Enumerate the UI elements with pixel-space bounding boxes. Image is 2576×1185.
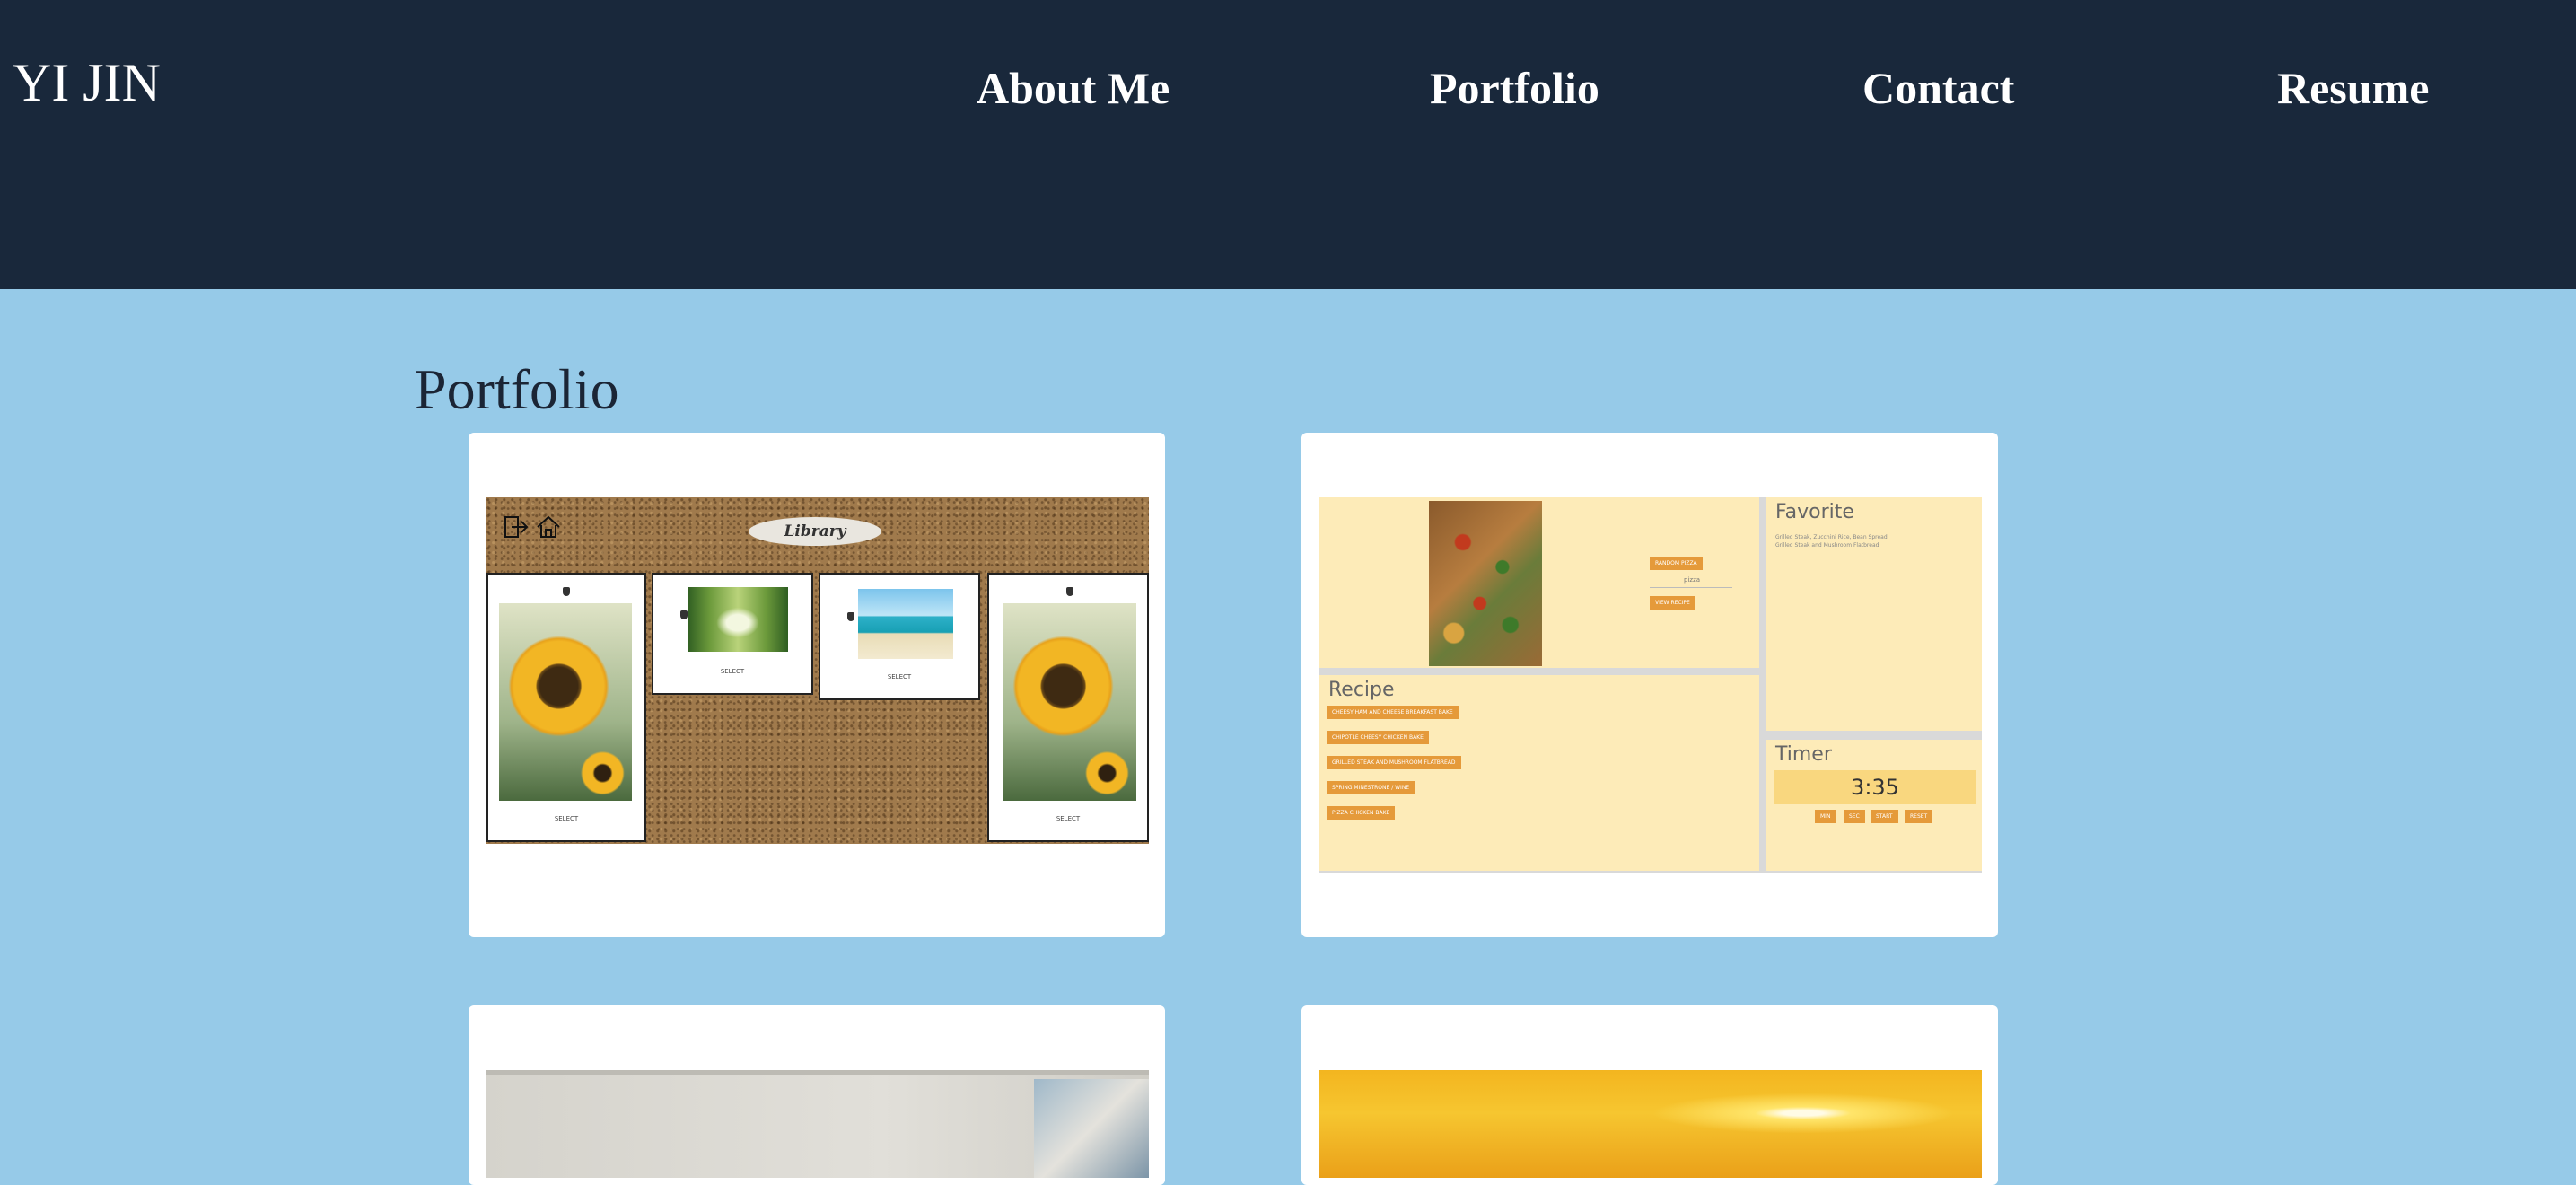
pin-icon <box>847 612 854 621</box>
project-card-sunset[interactable] <box>1301 1005 1998 1185</box>
random-pizza-button[interactable]: RANDOM PIZZA <box>1650 557 1703 570</box>
timer-start-button[interactable]: START <box>1871 810 1898 823</box>
ceiling-edge <box>486 1070 1149 1075</box>
polaroid-label: SELECT <box>1056 815 1081 822</box>
recipe-item[interactable]: CHEESY HAM AND CHEESE BREAKFAST BAKE <box>1327 706 1459 719</box>
timer-panel: Timer 3:35 MIN SEC START RESET <box>1766 740 1982 871</box>
polaroid-card: SELECT <box>486 573 646 842</box>
polaroid-card: SELECT <box>819 573 980 700</box>
view-recipe-button[interactable]: VIEW RECIPE <box>1650 596 1695 610</box>
nav-resume[interactable]: Resume <box>2277 59 2429 117</box>
recipe-app-screenshot[interactable]: RANDOM PIZZA pizza VIEW RECIPE Favorite … <box>1319 497 1982 873</box>
polaroid-label: SELECT <box>720 668 745 675</box>
recipe-item[interactable]: SPRING MINESTRONE / WINE <box>1327 781 1415 794</box>
nav-contact[interactable]: Contact <box>1862 59 2014 117</box>
room-photo[interactable] <box>486 1070 1149 1178</box>
favorite-panel: Favorite Grilled Steak, Zucchini Rice, B… <box>1766 497 1982 731</box>
timer-reset-button[interactable]: RESET <box>1905 810 1933 823</box>
polaroid-label: SELECT <box>887 673 912 680</box>
portfolio-title: Portfolio <box>415 357 619 421</box>
beach-photo <box>858 589 953 659</box>
pizza-photo <box>1429 501 1542 666</box>
pin-icon <box>680 610 688 619</box>
library-app-screenshot[interactable]: Library SELECT SELECT SELECT SELECT <box>486 497 1149 844</box>
wall-poster <box>1034 1079 1149 1178</box>
project-card-room[interactable] <box>469 1005 1165 1185</box>
favorite-title: Favorite <box>1775 501 1854 523</box>
exit-icon <box>504 516 529 538</box>
timer-min-button[interactable]: MIN <box>1815 810 1836 823</box>
nav-portfolio[interactable]: Portfolio <box>1430 59 1599 117</box>
polaroid-label: SELECT <box>554 815 579 822</box>
polaroid-card: SELECT <box>987 573 1149 842</box>
project-card-library[interactable]: Library SELECT SELECT SELECT SELECT <box>469 433 1165 937</box>
recipe-title: Recipe <box>1328 679 1395 701</box>
recipe-item[interactable]: CHIPOTLE CHEESY CHICKEN BAKE <box>1327 731 1429 744</box>
sunset-photo[interactable] <box>1319 1070 1982 1178</box>
nav-about-me[interactable]: About Me <box>977 59 1170 117</box>
sunflower-photo <box>499 603 632 801</box>
timer-title: Timer <box>1775 743 1832 766</box>
home-icon <box>537 515 560 538</box>
pizza-subtext: pizza <box>1684 576 1701 584</box>
site-logo[interactable]: YI JIN <box>13 50 161 115</box>
recipe-item[interactable]: GRILLED STEAK AND MUSHROOM FLATBREAD <box>1327 756 1461 769</box>
library-banner: Library <box>749 517 881 546</box>
timer-display: 3:35 <box>1774 770 1976 804</box>
site-header: YI JIN About Me Portfolio Contact Resume <box>0 0 2576 289</box>
project-card-recipe[interactable]: RANDOM PIZZA pizza VIEW RECIPE Favorite … <box>1301 433 1998 937</box>
recipe-item[interactable]: PIZZA CHICKEN BAKE <box>1327 806 1396 820</box>
divider <box>1650 587 1732 588</box>
forest-photo <box>688 587 788 652</box>
recipe-panel: Recipe CHEESY HAM AND CHEESE BREAKFAST B… <box>1319 675 1759 871</box>
polaroid-card: SELECT <box>652 573 813 695</box>
timer-sec-button[interactable]: SEC <box>1844 810 1865 823</box>
pizza-panel: RANDOM PIZZA pizza VIEW RECIPE <box>1319 497 1759 668</box>
sunflower-photo <box>1003 603 1136 801</box>
pin-icon <box>1066 587 1073 596</box>
pin-icon <box>563 587 570 596</box>
favorite-text: Grilled Steak, Zucchini Rice, Bean Sprea… <box>1775 534 1888 549</box>
